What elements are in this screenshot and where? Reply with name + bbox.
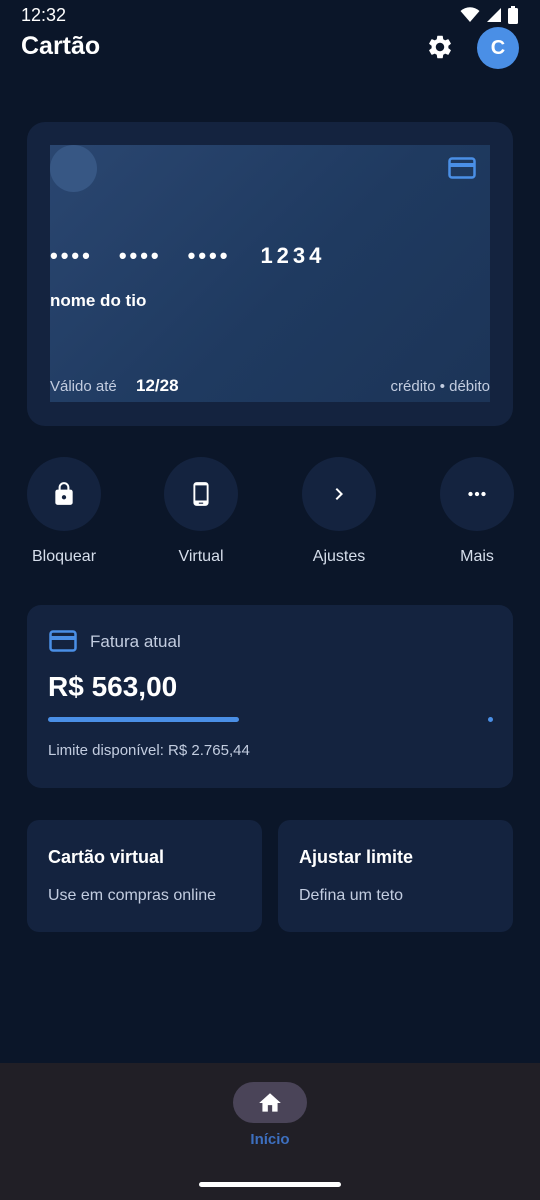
tile-ajustar-limite[interactable]: Ajustar limite Defina um teto [278,820,513,932]
lock-icon [55,482,73,505]
card-chip [50,145,97,192]
signal-icon [487,8,501,22]
bottom-navigation: Início [0,1063,540,1200]
card-number-group: •••• [118,243,162,268]
status-bar: 12:32 [0,0,540,32]
status-icons [460,6,518,24]
gear-icon [429,35,451,59]
tile-title: Cartão virtual [48,847,165,867]
status-time: 12:32 [21,5,67,25]
avatar[interactable]: C [477,27,519,69]
credit-card: •••• •••• •••• 1234 nome do tio Válido a… [50,145,490,402]
card-last-digits: 1234 [260,243,326,268]
card-valid-label: Válido até [50,378,117,395]
card-holder-name: nome do tio [50,291,147,310]
card-valid-value: 12/28 [136,376,179,395]
action-virtual[interactable]: Virtual [164,457,238,565]
screen: 12:32 Cartão C •••• •••• •••• 1234 nome … [0,0,540,1200]
action-label: Ajustes [312,548,366,565]
more-horiz-icon [468,491,486,497]
credit-card-icon [49,630,77,657]
home-indicator[interactable] [199,1182,341,1187]
invoice-progress-bar [48,717,493,722]
credit-card-container[interactable]: •••• •••• •••• 1234 nome do tio Válido a… [27,122,513,426]
home-icon [259,1092,281,1112]
card-type: crédito • débito [390,378,490,395]
action-label: Bloquear [31,548,97,565]
invoice-card[interactable]: Fatura atual R$ 563,00 Limite disponível… [27,605,513,788]
nav-item-inicio[interactable] [233,1082,307,1123]
page-title: Cartão [21,32,101,60]
tile-subtitle: Defina um teto [299,887,404,904]
action-bloquear[interactable]: Bloquear [27,457,101,565]
card-number-group: •••• [187,243,231,268]
tile-cartao-virtual[interactable]: Cartão virtual Use em compras online [27,820,262,932]
progress-end-dot [488,717,493,722]
wifi-icon [460,7,480,22]
nav-item-label[interactable]: Início [220,1131,320,1148]
battery-icon [508,6,518,24]
action-circle [302,457,376,531]
action-circle [164,457,238,531]
action-mais[interactable]: Mais [440,457,514,565]
settings-button[interactable] [424,31,456,63]
invoice-label: Fatura atual [90,632,181,651]
tile-title: Ajustar limite [299,847,414,867]
credit-card-icon [448,157,476,184]
action-ajustes[interactable]: Ajustes [302,457,376,565]
chevron-right-icon [335,488,343,500]
phone-icon [193,482,209,506]
card-number: •••• •••• •••• 1234 [50,243,325,269]
action-circle [440,457,514,531]
card-number-group: •••• [50,243,93,268]
action-label: Virtual [178,548,224,565]
invoice-progress-fill [48,717,240,722]
action-circle [27,457,101,531]
tile-subtitle: Use em compras online [48,887,217,904]
invoice-amount: R$ 563,00 [48,671,178,702]
invoice-available-limit: Limite disponível: R$ 2.765,44 [48,742,250,759]
action-label: Mais [460,548,494,565]
